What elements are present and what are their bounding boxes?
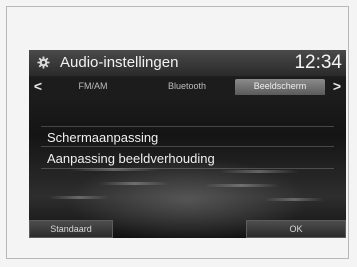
figure-frame: Audio-instellingen 12:34 < FM/AM Bluetoo… (6, 6, 349, 259)
ok-button[interactable]: OK (246, 220, 346, 238)
title-bar: Audio-instellingen 12:34 (29, 50, 346, 76)
tab-fm-am[interactable]: FM/AM (49, 79, 137, 94)
tab-beeldscherm[interactable]: Beeldscherm (235, 79, 325, 95)
chevron-right-icon[interactable]: > (328, 77, 346, 96)
menu-item-schermaanpassing[interactable]: Schermaanpassing (41, 126, 334, 147)
screen-title: Audio-instellingen (60, 54, 179, 71)
clock: 12:34 (294, 52, 342, 73)
tab-bar: < FM/AM Bluetooth Beeldscherm > (29, 77, 346, 96)
head-unit-screen: Audio-instellingen 12:34 < FM/AM Bluetoo… (29, 50, 346, 238)
tab-bluetooth[interactable]: Bluetooth (141, 79, 233, 94)
default-button[interactable]: Standaard (29, 220, 113, 238)
menu-item-aanpassing-beeldverhouding[interactable]: Aanpassing beeldverhouding (41, 148, 334, 169)
chevron-left-icon[interactable]: < (29, 77, 47, 96)
light-streaks (29, 160, 346, 220)
gear-icon (37, 56, 50, 69)
